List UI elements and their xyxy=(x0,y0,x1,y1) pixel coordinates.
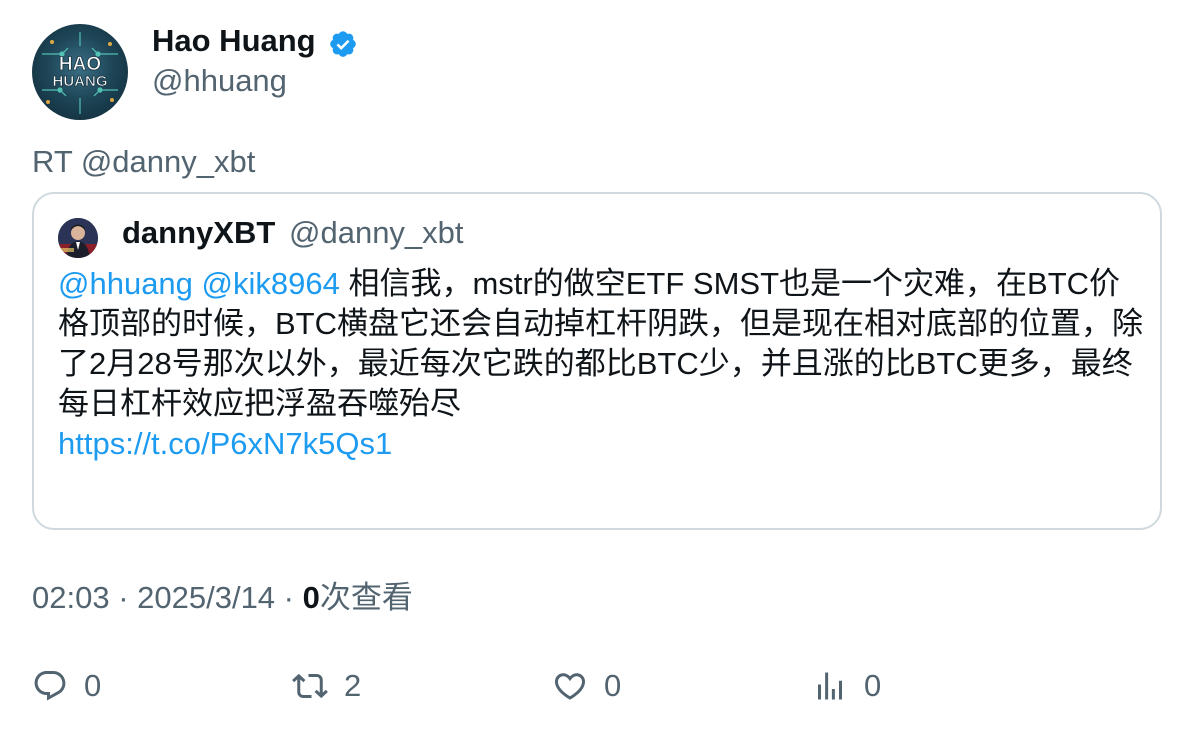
reply-count: 0 xyxy=(84,668,102,703)
quoted-tweet-card[interactable]: dannyXBT @danny_xbt @hhuang @kik8964 相信我… xyxy=(32,192,1162,530)
views-icon xyxy=(818,672,842,700)
reply-button[interactable]: 0 xyxy=(32,664,101,708)
quote-text: @hhuang @kik8964 相信我，mstr的做空ETF SMST也是一个… xyxy=(58,264,1148,464)
quote-author-avatar[interactable] xyxy=(58,218,98,258)
verified-badge-icon xyxy=(330,31,356,57)
tweet-date[interactable]: 2025/3/14 xyxy=(137,580,275,615)
meta-separator: · xyxy=(109,580,138,615)
retweet-button[interactable]: 2 xyxy=(292,664,361,708)
quote-url-link[interactable]: https://t.co/P6xN7k5Qs1 xyxy=(58,424,1148,464)
author-display-name[interactable]: Hao Huang xyxy=(152,22,316,60)
mention-link[interactable]: @kik8964 xyxy=(202,266,340,301)
tweet-text: RT @danny_xbt xyxy=(32,144,256,179)
tweet-meta: 02:03 · 2025/3/14 · 0次查看 xyxy=(32,579,413,617)
views-button[interactable]: 0 xyxy=(812,664,881,708)
quote-handle[interactable]: @danny_xbt xyxy=(289,214,464,252)
avatar-text-line2: HUANG xyxy=(53,73,108,90)
avatar-image: HAO HUANG xyxy=(42,32,118,114)
view-label: 次查看 xyxy=(319,580,413,615)
views-count: 0 xyxy=(864,668,882,703)
quote-display-name[interactable]: dannyXBT xyxy=(122,214,275,252)
like-button[interactable]: 0 xyxy=(552,664,621,708)
retweet-icon xyxy=(292,673,328,699)
heart-icon xyxy=(554,673,586,700)
quote-avatar-image xyxy=(58,218,98,258)
mention-link[interactable]: @hhuang xyxy=(58,266,193,301)
author-handle[interactable]: @hhuang xyxy=(152,62,287,100)
avatar-text-line1: HAO xyxy=(59,54,101,75)
author-avatar[interactable]: HAO HUANG xyxy=(32,24,128,120)
meta-separator: · xyxy=(275,580,303,615)
retweet-count: 2 xyxy=(344,668,362,703)
view-count: 0 xyxy=(302,580,320,615)
reply-icon xyxy=(34,671,66,701)
like-count: 0 xyxy=(604,668,622,703)
tweet-time[interactable]: 02:03 xyxy=(32,580,110,615)
